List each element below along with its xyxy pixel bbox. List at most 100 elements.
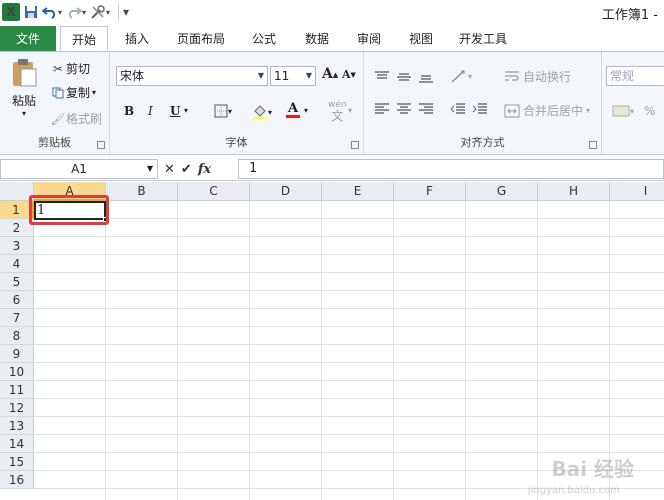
orientation-button[interactable]: ▾ bbox=[450, 68, 472, 84]
column-header-d[interactable]: D bbox=[250, 182, 322, 201]
font-color-button[interactable]: A bbox=[286, 102, 300, 118]
name-box-value: A1 bbox=[71, 162, 87, 176]
row-gridline bbox=[34, 272, 664, 273]
cancel-icon[interactable]: ✕ bbox=[164, 162, 175, 177]
row-header-10[interactable]: 10 bbox=[0, 363, 34, 381]
row-header-9[interactable]: 9 bbox=[0, 345, 34, 363]
row-header-6[interactable]: 6 bbox=[0, 291, 34, 309]
formula-input[interactable]: 1 bbox=[238, 159, 664, 179]
row-header-7[interactable]: 7 bbox=[0, 309, 34, 327]
alignment-group: ▾ 自动换行 合并后居中 ▾ 对齐方式 bbox=[364, 52, 602, 154]
paint-bucket-icon bbox=[253, 105, 267, 120]
excel-logo-icon[interactable]: X bbox=[2, 3, 20, 21]
row-header-3[interactable]: 3 bbox=[0, 237, 34, 255]
tab-home[interactable]: 开始 bbox=[60, 26, 108, 52]
borders-button[interactable]: ▾ bbox=[214, 104, 232, 118]
row-header-16[interactable]: 16 bbox=[0, 471, 34, 489]
wrap-text-label: 自动换行 bbox=[523, 70, 572, 84]
number-format-select[interactable]: 常规 bbox=[606, 66, 664, 86]
chevron-down-icon[interactable]: ▾ bbox=[304, 106, 308, 115]
undo-icon[interactable]: ▾ bbox=[42, 3, 62, 21]
row-header-12[interactable]: 12 bbox=[0, 399, 34, 417]
font-name-select[interactable]: 宋体 ▼ bbox=[116, 66, 268, 86]
column-header-i[interactable]: I bbox=[610, 182, 664, 201]
chevron-down-icon[interactable]: ▾ bbox=[348, 106, 352, 115]
customize-qat-icon[interactable]: ▾ bbox=[123, 3, 129, 21]
column-header-f[interactable]: F bbox=[394, 182, 466, 201]
clipboard-launcher-icon[interactable] bbox=[97, 141, 105, 149]
tab-insert[interactable]: 插入 bbox=[114, 26, 160, 52]
grow-font-button[interactable]: A ▲ bbox=[322, 66, 338, 82]
decrease-indent-button[interactable] bbox=[450, 102, 466, 116]
enter-icon[interactable]: ✔ bbox=[181, 162, 192, 177]
phonetic-button[interactable]: wén 文 bbox=[328, 100, 347, 122]
clipboard-group: 粘贴 ▾ ✂ 剪切 复制 ▾ 🖌 格式刷 剪贴板 bbox=[0, 52, 110, 154]
merge-cells-icon bbox=[504, 104, 520, 117]
copy-icon bbox=[50, 87, 66, 99]
borders-icon bbox=[214, 104, 228, 118]
align-center-button[interactable] bbox=[396, 102, 412, 116]
watermark: Bai 经验 bbox=[551, 457, 634, 481]
format-painter-button[interactable]: 🖌 格式刷 bbox=[50, 110, 102, 127]
column-header-b[interactable]: B bbox=[106, 182, 178, 201]
row-gridline bbox=[34, 308, 664, 309]
row-header-4[interactable]: 4 bbox=[0, 255, 34, 273]
cut-button[interactable]: ✂ 剪切 bbox=[50, 60, 90, 77]
save-icon[interactable] bbox=[24, 3, 38, 21]
paste-icon bbox=[13, 59, 37, 87]
row-header-15[interactable]: 15 bbox=[0, 453, 34, 471]
row-header-13[interactable]: 13 bbox=[0, 417, 34, 435]
currency-icon bbox=[612, 105, 630, 117]
align-top-button[interactable] bbox=[374, 70, 390, 84]
wrap-text-button[interactable]: 自动换行 bbox=[504, 68, 571, 85]
row-header-8[interactable]: 8 bbox=[0, 327, 34, 345]
row-gridline bbox=[34, 398, 664, 399]
font-size-select[interactable]: 11 ▼ bbox=[270, 66, 316, 86]
align-middle-button[interactable] bbox=[396, 70, 412, 84]
underline-button[interactable]: U bbox=[170, 104, 180, 118]
align-left-button[interactable] bbox=[374, 102, 390, 116]
chevron-down-icon[interactable]: ▾ bbox=[184, 106, 188, 115]
merge-center-button[interactable]: 合并后居中 ▾ bbox=[504, 102, 590, 119]
row-header-5[interactable]: 5 bbox=[0, 273, 34, 291]
align-top-icon bbox=[375, 71, 389, 79]
increase-indent-button[interactable] bbox=[472, 102, 488, 116]
decrease-indent-icon bbox=[450, 103, 465, 114]
column-header-g[interactable]: G bbox=[466, 182, 538, 201]
fill-color-button[interactable]: ▾ bbox=[252, 104, 272, 120]
alignment-launcher-icon[interactable] bbox=[589, 141, 597, 149]
shrink-font-button[interactable]: A ▼ bbox=[342, 68, 356, 81]
tab-page-layout[interactable]: 页面布局 bbox=[170, 26, 232, 52]
copy-button[interactable]: 复制 ▾ bbox=[50, 84, 96, 101]
chevron-down-icon: ▼ bbox=[146, 164, 153, 173]
column-header-h[interactable]: H bbox=[538, 182, 610, 201]
tab-developer[interactable]: 开发工具 bbox=[452, 26, 514, 52]
tools-icon[interactable]: ▾ bbox=[90, 3, 110, 21]
column-header-e[interactable]: E bbox=[322, 182, 394, 201]
paste-button[interactable]: 粘贴 ▾ bbox=[6, 58, 42, 118]
italic-button[interactable]: I bbox=[148, 104, 153, 118]
row-header-11[interactable]: 11 bbox=[0, 381, 34, 399]
number-format-value: 常规 bbox=[610, 69, 635, 83]
tab-file[interactable]: 文件 bbox=[0, 26, 56, 52]
percent-button[interactable]: % bbox=[644, 104, 655, 118]
tab-data[interactable]: 数据 bbox=[296, 26, 338, 52]
row-gridline bbox=[34, 416, 664, 417]
redo-icon[interactable]: ▾ bbox=[66, 3, 86, 21]
name-box[interactable]: A1 ▼ bbox=[0, 159, 158, 179]
bold-button[interactable]: B bbox=[124, 104, 134, 118]
column-header-c[interactable]: C bbox=[178, 182, 250, 201]
font-launcher-icon[interactable] bbox=[351, 141, 359, 149]
row-header-14[interactable]: 14 bbox=[0, 435, 34, 453]
tab-view[interactable]: 视图 bbox=[400, 26, 442, 52]
insert-function-icon[interactable]: fx bbox=[198, 162, 211, 177]
currency-button[interactable]: ▾ bbox=[612, 104, 634, 118]
window-title: 工作簿1 - bbox=[601, 8, 658, 23]
tab-review[interactable]: 审阅 bbox=[348, 26, 390, 52]
align-bottom-button[interactable] bbox=[418, 70, 434, 84]
tab-formulas[interactable]: 公式 bbox=[244, 26, 284, 52]
row-gridline bbox=[34, 254, 664, 255]
column-gridline bbox=[249, 201, 250, 500]
align-right-button[interactable] bbox=[418, 102, 434, 116]
align-center-icon bbox=[397, 103, 411, 114]
